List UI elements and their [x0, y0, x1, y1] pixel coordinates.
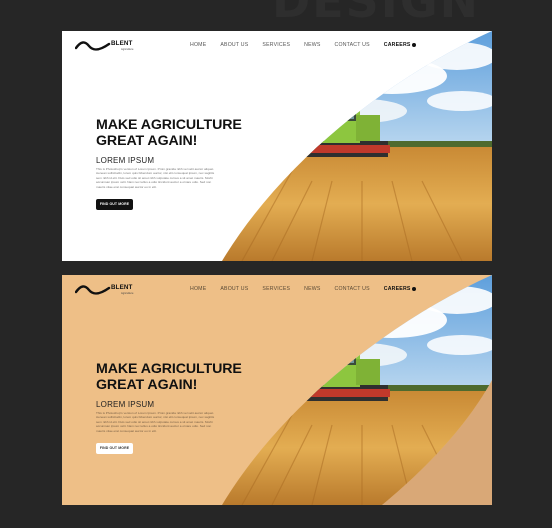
hero-subtitle: LOREM IPSUM	[96, 156, 155, 165]
background-watermark-word: DESIGN	[272, 0, 481, 28]
careers-badge-icon	[411, 42, 416, 47]
nav-careers-label: CAREERS	[383, 286, 411, 292]
brand-tagline: Agriculture	[121, 292, 134, 295]
hero-title-line-2: GREAT AGAIN!	[96, 376, 198, 393]
showcase-canvas: DESIGN BLENT Agriculture HOME ABOUT US S…	[0, 0, 552, 528]
hero-body-text: This is Photoshop's version of Lorem Ips…	[96, 411, 215, 433]
hero-title-line-1: MAKE AGRICULTURE	[96, 361, 242, 377]
brand-name: BLENT	[111, 40, 133, 47]
landing-page-mockup-white: BLENT Agriculture HOME ABOUT US SERVICES…	[62, 31, 492, 261]
brand-logo[interactable]: BLENT Agriculture	[74, 283, 137, 297]
find-out-more-button[interactable]: FIND OUT MORE	[96, 199, 133, 210]
nav-home[interactable]: HOME	[190, 286, 206, 292]
nav-services[interactable]: SERVICES	[262, 286, 290, 292]
brand-tagline: Agriculture	[121, 48, 134, 51]
top-navigation: HOME ABOUT US SERVICES NEWS CONTACT US C…	[190, 42, 430, 48]
nav-news[interactable]: NEWS	[304, 42, 320, 48]
wave-logo-icon	[74, 41, 111, 51]
nav-about-us[interactable]: ABOUT US	[220, 286, 248, 292]
hero-body-text: This is Photoshop's version of Lorem Ips…	[96, 167, 215, 189]
nav-careers[interactable]: CAREERS	[384, 286, 416, 292]
nav-services[interactable]: SERVICES	[262, 42, 290, 48]
nav-contact-us[interactable]: CONTACT US	[335, 286, 370, 292]
landing-page-mockup-peach: BLENT Agriculture HOME ABOUT US SERVICES…	[62, 275, 492, 505]
nav-home[interactable]: HOME	[190, 42, 206, 48]
find-out-more-button[interactable]: FIND OUT MORE	[96, 443, 133, 454]
hero-title: MAKE AGRICULTURE GREAT AGAIN!	[96, 117, 286, 149]
hero-title: MAKE AGRICULTURE GREAT AGAIN!	[96, 361, 286, 393]
nav-careers[interactable]: CAREERS	[384, 42, 416, 48]
nav-news[interactable]: NEWS	[304, 286, 320, 292]
hero-title-line-1: MAKE AGRICULTURE	[96, 117, 242, 133]
top-navigation: HOME ABOUT US SERVICES NEWS CONTACT US C…	[190, 286, 430, 292]
hero-subtitle: LOREM IPSUM	[96, 400, 155, 409]
nav-contact-us[interactable]: CONTACT US	[335, 42, 370, 48]
hero-title-line-2: GREAT AGAIN!	[96, 132, 198, 149]
nav-about-us[interactable]: ABOUT US	[220, 42, 248, 48]
brand-logo[interactable]: BLENT Agriculture	[74, 39, 137, 53]
brand-name: BLENT	[111, 284, 133, 291]
wave-logo-icon	[74, 285, 111, 295]
nav-careers-label: CAREERS	[383, 42, 411, 48]
careers-badge-icon	[411, 286, 416, 291]
